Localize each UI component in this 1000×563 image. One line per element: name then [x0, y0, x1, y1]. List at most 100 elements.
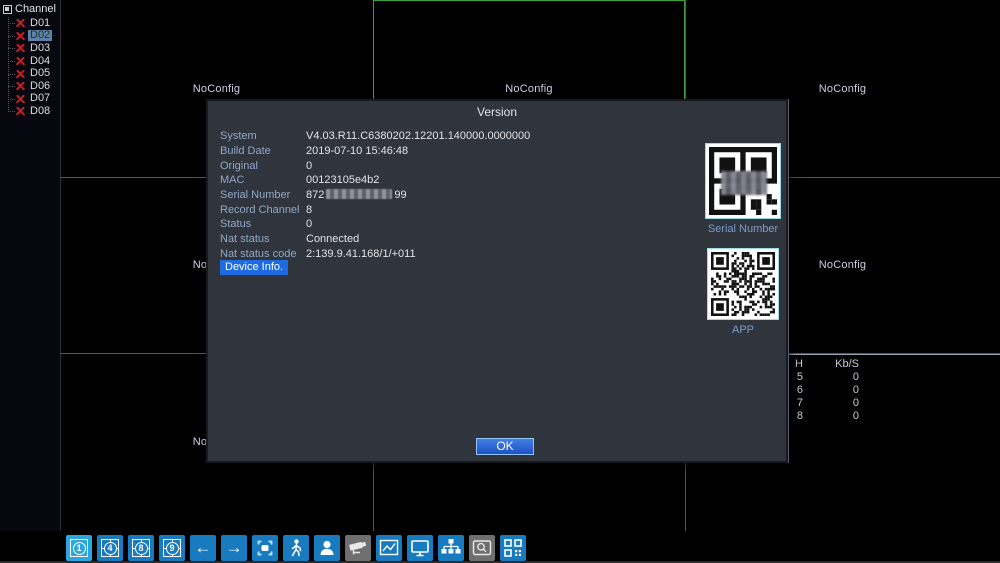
dialog-title: Version	[476, 105, 518, 119]
bitrate-window-border	[787, 354, 1000, 355]
field-value: 0	[306, 160, 312, 172]
dialog-field-row: Serial Number 872 99	[220, 188, 530, 203]
bitrate-kbs-value: 0	[852, 409, 859, 422]
bitrate-kbs-header: Kb/S	[835, 358, 859, 370]
bitrate-window: H Kb/S 5 0 6 0 7 0 8 0	[787, 354, 1000, 423]
dialog-field-row: Nat status Connected	[220, 232, 530, 247]
channel-offline-x-icon	[16, 94, 25, 103]
account-button[interactable]	[314, 535, 340, 561]
view-nine-button[interactable]: 9	[159, 535, 185, 561]
line-chart-icon	[379, 539, 399, 556]
sidebar-divider	[60, 0, 61, 531]
storage-search-button[interactable]	[469, 535, 495, 561]
field-label: Record Channel	[220, 203, 300, 216]
bitrate-row: 6 0	[789, 384, 1000, 397]
field-value-text: 8	[306, 203, 313, 216]
arrow-right-icon: →	[225, 538, 243, 557]
dialog-field-row: Record Channel 8	[220, 202, 530, 217]
channel-item-label: D08	[30, 104, 51, 117]
field-label: Original	[220, 159, 258, 172]
dialog-field-row: Build Date 2019-07-10 15:46:48	[220, 144, 530, 159]
prev-channel-button[interactable]: ←	[190, 535, 216, 561]
motion-detect-button[interactable]	[283, 535, 309, 561]
pedestrian-icon	[291, 539, 302, 557]
dialog-field-row: MAC 00123105e4b2	[220, 173, 530, 188]
qr-code-icon	[504, 539, 522, 557]
field-value: 8	[306, 204, 312, 216]
channel-item[interactable]: D08	[6, 105, 60, 118]
field-value-text: 2:139.9.41.168/1/+011	[306, 247, 416, 260]
dialog-field-row: Status 0	[220, 217, 530, 232]
bitrate-channel-number: 5	[796, 370, 803, 383]
ok-button[interactable]: OK	[476, 438, 534, 455]
user-icon	[320, 540, 334, 555]
field-value: 2019-07-10 15:46:48	[306, 145, 408, 157]
field-value-text: 00123105e4b2	[306, 174, 380, 187]
channel-item-label: D06	[30, 79, 51, 92]
bitrate-row: 7 0	[789, 397, 1000, 410]
channel-item[interactable]: D05	[6, 67, 60, 80]
bitrate-button[interactable]	[376, 535, 402, 561]
bitrate-channel-number: 7	[796, 396, 803, 409]
network-button[interactable]	[438, 535, 464, 561]
field-label: MAC	[220, 174, 245, 187]
field-value-text: 0	[306, 159, 313, 172]
view-eight-number: 8	[134, 541, 148, 555]
channel-item[interactable]: D06	[6, 80, 60, 93]
field-value: 0	[306, 218, 312, 230]
output-adjust-button[interactable]	[407, 535, 433, 561]
playback-button[interactable]	[252, 535, 278, 561]
channel-offline-x-icon	[16, 69, 25, 78]
channel-offline-x-icon	[16, 57, 25, 66]
masked-serial-block	[326, 189, 393, 200]
channel-tree-header[interactable]: Channel	[0, 0, 60, 17]
cctv-camera-icon	[349, 541, 367, 555]
focus-frame-icon	[257, 540, 273, 556]
channel-tree-panel: Channel D01 D02 D03 D04 D05 D06 D07 D08	[0, 0, 60, 531]
view-quad-button[interactable]: 4	[97, 535, 123, 561]
bitrate-channel-number: 8	[796, 409, 803, 422]
view-nine-number: 9	[165, 541, 179, 555]
channel-offline-x-icon	[16, 82, 25, 91]
app-qr-label: APP	[731, 324, 754, 336]
channel-offline-x-icon	[16, 107, 25, 116]
app-qr-button[interactable]	[500, 535, 526, 561]
bitrate-header-row: H Kb/S	[789, 358, 1000, 371]
field-value: V4.03.R11.C6380202.12201.140000.0000000	[306, 130, 530, 142]
device-info-button[interactable]: Device Info.	[220, 260, 289, 275]
field-label: Status	[220, 218, 252, 231]
arrow-left-icon: ←	[194, 538, 212, 557]
bitrate-row: 8 0	[789, 410, 1000, 423]
dvr-screen: NoConfig NoConfig NoConfig NoConfig NoCo…	[0, 0, 1000, 563]
field-label: Nat status	[220, 233, 270, 246]
field-value-text: Connected	[306, 233, 360, 246]
channel-item[interactable]: D03	[6, 42, 60, 55]
view-single-number: 1	[72, 541, 86, 555]
bitrate-channel-number: 6	[796, 383, 803, 396]
no-config-label: NoConfig	[818, 259, 867, 271]
field-label: Serial Number	[220, 189, 291, 202]
dialog-field-row: System V4.03.R11.C6380202.12201.140000.0…	[220, 129, 530, 144]
view-quad-number: 4	[103, 541, 117, 555]
channel-item[interactable]: D07	[6, 93, 60, 106]
channel-item[interactable]: D02	[6, 30, 60, 43]
next-channel-button[interactable]: →	[221, 535, 247, 561]
bitrate-row: 5 0	[789, 371, 1000, 384]
field-label: System	[220, 130, 257, 143]
channel-item-label: D07	[30, 92, 51, 105]
field-label: Nat status code	[220, 247, 297, 260]
channel-item[interactable]: D04	[6, 55, 60, 68]
monitor-icon	[411, 540, 429, 557]
field-value-text: 872	[306, 189, 325, 202]
channel-item[interactable]: D01	[6, 17, 60, 30]
field-value: 872 99	[306, 189, 407, 201]
bitrate-kbs-value: 0	[852, 370, 859, 383]
no-config-label: NoConfig	[192, 82, 241, 95]
version-dialog: Version System V4.03.R11.C6380202.12201.…	[206, 99, 788, 463]
ptz-button[interactable]	[345, 535, 371, 561]
view-single-button[interactable]: 1	[66, 535, 92, 561]
bitrate-channel-header: H	[795, 358, 803, 370]
bottom-toolbar: 1 4 8 9 ← →	[0, 531, 1000, 563]
channel-item-label: D03	[30, 41, 51, 54]
view-eight-button[interactable]: 8	[128, 535, 154, 561]
